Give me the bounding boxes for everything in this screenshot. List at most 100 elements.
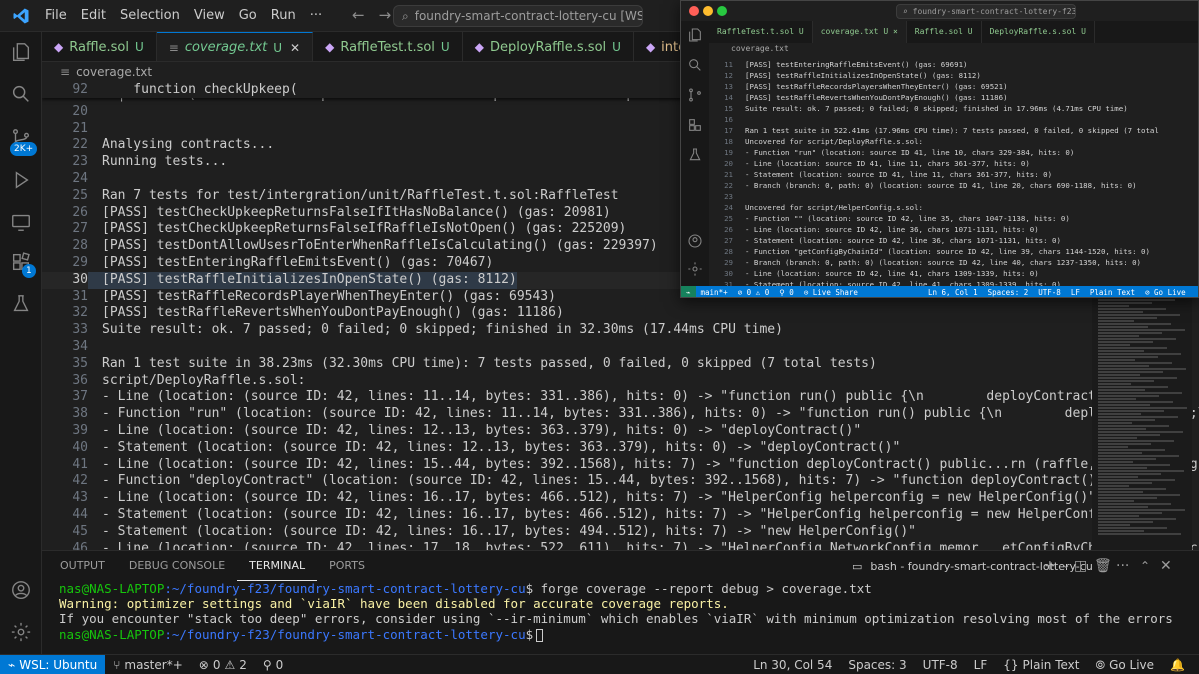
secondary-editor-line[interactable]: 17 Ran 1 test suite in 522.41ms (17.96ms … [709, 125, 1159, 136]
command-center-search[interactable]: ⌕ foundry-smart-contract-lottery-cu [WSL… [393, 5, 643, 27]
menu-view[interactable]: View [187, 0, 232, 32]
secondary-position[interactable]: Ln 6, Col 1 [923, 288, 983, 297]
forward-arrow-icon[interactable]: → [379, 6, 392, 24]
secondary-tab[interactable]: Raffle.sol U [907, 21, 982, 43]
tab-ports[interactable]: PORTS [317, 551, 377, 581]
secondary-eol[interactable]: LF [1066, 288, 1085, 297]
editor-line[interactable]: 44 - Statement (location: (source ID: 42,… [42, 507, 1135, 524]
secondary-editor-line[interactable]: 22 - Branch (branch: 0, path: 0) (locatio… [709, 180, 1136, 191]
secondary-tab[interactable]: RaffleTest.t.sol U [709, 21, 813, 43]
editor-line[interactable]: 43 - Line (location: (source ID: 42, line… [42, 490, 1096, 507]
encoding[interactable]: UTF-8 [915, 658, 966, 672]
chevron-down-icon[interactable]: ⌄ [1062, 560, 1070, 571]
secondary-editor-line[interactable]: 23 [709, 191, 745, 202]
secondary-editor-line[interactable]: 27 - Statement (location: source ID 42, l… [709, 235, 1061, 246]
editor-line[interactable]: 40 - Statement (location: (source ID: 42,… [42, 440, 1092, 457]
secondary-editor-line[interactable]: 25 - Function "" (location: source ID 42,… [709, 213, 1070, 224]
secondary-tab[interactable]: DeployRaffle.s.sol U [982, 21, 1095, 43]
secondary-editor-line[interactable]: 21 - Statement (location: source ID 41, l… [709, 169, 1052, 180]
secondary-editor-line[interactable]: 16 [709, 114, 745, 125]
split-terminal-icon[interactable]: ◫ [1074, 558, 1087, 574]
close-panel-icon[interactable]: ✕ [1160, 558, 1172, 574]
source-control-icon[interactable] [687, 87, 703, 103]
tab-deployraffle-sol[interactable]: ◆ DeployRaffle.s.sol U [463, 32, 634, 61]
editor-line[interactable]: 39 - Line (location: (source ID: 42, line… [42, 423, 1092, 440]
editor-line[interactable]: 36 script/DeployRaffle.s.sol: [42, 373, 1092, 390]
account-icon[interactable] [687, 233, 703, 249]
secondary-editor-line[interactable]: 30 - Line (location: source ID 42, line 4… [709, 268, 1039, 279]
secondary-editor-line[interactable]: 28 - Function "getConfigByChainId" (locat… [709, 246, 1150, 257]
editor-line[interactable]: 33 Suite result: ok. 7 passed; 0 failed; … [42, 322, 1092, 339]
secondary-editor[interactable]: 11 [PASS] testEnteringRaffleEmitsEvent() … [709, 56, 1198, 286]
secondary-editor-line[interactable]: 19 - Function "run" (location: source ID … [709, 147, 1074, 158]
secondary-ports[interactable]: ⚲ 0 [774, 288, 799, 297]
back-arrow-icon[interactable]: ← [352, 6, 365, 24]
close-window-dot[interactable] [689, 6, 699, 16]
chevron-up-icon[interactable]: ⌃ [1140, 559, 1150, 573]
testing-icon[interactable] [687, 147, 703, 163]
tab-debug-console[interactable]: DEBUG CONSOLE [117, 551, 237, 581]
tab-raffle-sol[interactable]: ◆ Raffle.sol U [42, 32, 157, 61]
extensions-icon[interactable]: 1 [0, 242, 42, 282]
testing-icon[interactable] [0, 284, 42, 324]
minimize-window-dot[interactable] [703, 6, 713, 16]
explorer-icon[interactable] [687, 27, 703, 43]
tab-raffletest-sol[interactable]: ◆ RaffleTest.t.sol U [313, 32, 463, 61]
indentation[interactable]: Spaces: 3 [840, 658, 914, 672]
secondary-problems[interactable]: ⊘ 0 ⚠ 0 [733, 288, 775, 297]
secondary-remote-indicator[interactable]: ⌁ [681, 286, 696, 297]
remote-explorer-icon[interactable] [0, 202, 42, 242]
more-actions-icon[interactable]: ··· [1116, 558, 1129, 574]
secondary-spaces[interactable]: Spaces: 2 [983, 288, 1034, 297]
secondary-editor-line[interactable]: 20 - Line (location: source ID 41, line 1… [709, 158, 1030, 169]
menu-edit[interactable]: Edit [74, 0, 113, 32]
extensions-icon[interactable] [687, 117, 703, 133]
secondary-editor-line[interactable]: 29 - Branch (branch: 0, path: 0) (locatio… [709, 257, 1141, 268]
search-view-icon[interactable] [0, 74, 42, 114]
ports-indicator[interactable]: ⚲ 0 [255, 658, 291, 672]
editor-line[interactable]: 41 - Line (location: (source ID: 42, line… [42, 457, 1199, 474]
trash-icon[interactable]: 🗑 [1094, 558, 1112, 574]
account-icon[interactable] [0, 570, 42, 610]
secondary-editor-line[interactable]: 13 [PASS] testRaffleRecordsPlayersWhenThe… [709, 81, 1007, 92]
secondary-search[interactable]: ⌕ foundry-smart-contract-lottery-f23 [896, 4, 1076, 19]
explorer-icon[interactable] [0, 32, 42, 72]
secondary-editor-line[interactable]: 24 Uncovered for script/HelperConfig.s.so… [709, 202, 923, 213]
notifications-bell-icon[interactable]: 🔔 [1162, 658, 1193, 672]
settings-gear-icon[interactable] [687, 261, 703, 277]
breadcrumb-file[interactable]: coverage.txt [76, 65, 152, 79]
secondary-editor-line[interactable]: 15 Suite result: ok. 7 passed; 0 failed; … [709, 103, 1128, 114]
tab-coverage-txt[interactable]: ≡ coverage.txt U ✕ [156, 32, 314, 61]
secondary-editor-line[interactable]: 11 [PASS] testEnteringRaffleEmitsEvent() … [709, 59, 967, 70]
editor-line[interactable]: 32 [PASS] testRaffleRevertsWhenYouDontPay… [42, 305, 1092, 322]
terminal-output[interactable]: nas@NAS-LAPTOP:~/foundry-f23/foundry-sma… [42, 581, 1199, 655]
editor-line[interactable]: 35 Ran 1 test suite in 38.23ms (32.30ms C… [42, 356, 1092, 373]
editor-line[interactable]: 42 - Function "deployContract" (location:… [42, 473, 1199, 490]
remote-indicator[interactable]: ⌁ WSL: Ubuntu [0, 654, 106, 674]
terminal-instance[interactable]: ▭ bash - foundry-smart-contract-lottery-… [852, 551, 1093, 581]
go-live-button[interactable]: ⦾ Go Live [1087, 658, 1162, 673]
secondary-editor-line[interactable]: 31 - Statement (location: source ID 42, l… [709, 279, 1061, 286]
settings-gear-icon[interactable] [0, 612, 42, 652]
secondary-encoding[interactable]: UTF-8 [1033, 288, 1066, 297]
editor-line[interactable]: 45 - Statement (location: (source ID: 42,… [42, 524, 1092, 541]
secondary-editor-line[interactable]: 26 - Line (location: source ID 42, line 3… [709, 224, 1039, 235]
cursor-position[interactable]: Ln 30, Col 54 [745, 658, 840, 672]
secondary-branch[interactable]: main*+ [696, 288, 733, 297]
secondary-editor-line[interactable]: 18 Uncovered for script/DeployRaffle.s.so… [709, 136, 923, 147]
menu-selection[interactable]: Selection [113, 0, 187, 32]
problems-indicator[interactable]: ⊗ 0 ⚠ 2 [191, 658, 255, 672]
menu-go[interactable]: Go [232, 0, 264, 32]
secondary-tab-active[interactable]: coverage.txt U × [812, 21, 907, 43]
maximize-window-dot[interactable] [717, 6, 727, 16]
run-debug-icon[interactable] [0, 160, 42, 200]
close-icon[interactable]: ✕ [290, 41, 300, 55]
editor-line[interactable]: 37 - Line (location: (source ID: 42, line… [42, 389, 1182, 406]
language-mode[interactable]: {} Plain Text [995, 658, 1087, 672]
secondary-live-share[interactable]: ⊙ Live Share [799, 288, 863, 297]
tab-terminal[interactable]: TERMINAL [237, 551, 318, 581]
secondary-editor-line[interactable]: 14 [PASS] testRaffleRevertsWhenYouDontPay… [709, 92, 1007, 103]
terminal-cursor[interactable] [536, 628, 544, 642]
secondary-language[interactable]: Plain Text [1085, 288, 1140, 297]
branch-indicator[interactable]: ⑂ master*+ [105, 658, 191, 672]
